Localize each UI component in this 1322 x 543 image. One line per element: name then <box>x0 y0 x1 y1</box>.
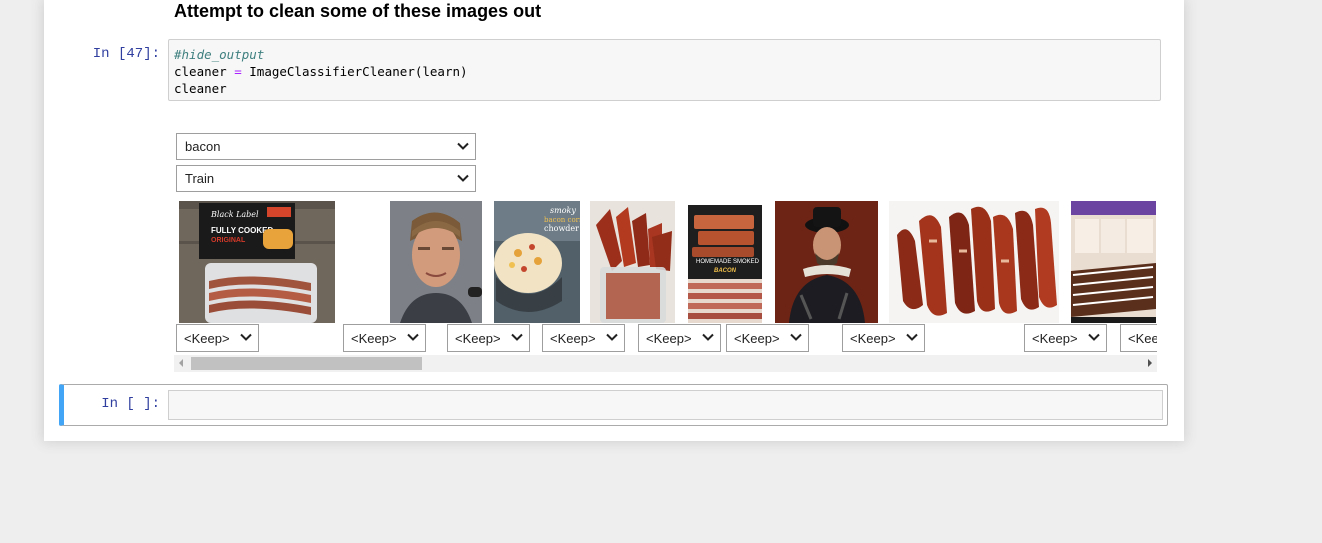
svg-text:bacon corn: bacon corn <box>544 216 580 224</box>
chevron-down-icon <box>606 333 618 341</box>
thumbnail-image <box>390 201 482 323</box>
keep-select-value: <Keep> <box>734 330 780 346</box>
candied-bacon-jar-image <box>590 201 675 323</box>
keep-select-3[interactable]: <Keep> <box>447 324 530 352</box>
keep-select-value: <Keep> <box>455 330 501 346</box>
thumbnail-image <box>775 201 878 323</box>
chevron-down-icon <box>457 174 469 182</box>
category-select-value: bacon <box>185 139 221 154</box>
svg-text:smoky: smoky <box>550 206 576 215</box>
markdown-heading: Attempt to clean some of these images ou… <box>174 1 542 21</box>
svg-text:chowder: chowder <box>544 224 579 233</box>
keep-select-value: <Keep> <box>1128 330 1157 346</box>
category-select[interactable]: bacon <box>176 133 476 160</box>
keep-select-5[interactable]: <Keep> <box>638 324 721 352</box>
keep-select-7[interactable]: <Keep> <box>842 324 925 352</box>
keep-select-value: <Keep> <box>550 330 596 346</box>
keep-select-value: <Keep> <box>351 330 397 346</box>
chevron-down-icon <box>457 142 469 150</box>
keep-select-1[interactable]: <Keep> <box>176 324 259 352</box>
scrollbar-thumb[interactable] <box>191 357 422 370</box>
chocolate-bacon-image <box>1071 201 1156 323</box>
empty-code-editor[interactable] <box>168 390 1163 420</box>
horizontal-scrollbar[interactable] <box>174 355 1157 372</box>
homemade-smoked-bacon-image: HOMEMADE SMOKED BACON <box>688 201 762 323</box>
keep-select-value: <Keep> <box>850 330 896 346</box>
empty-cell-prompt: In [ ]: <box>101 396 160 412</box>
scroll-left-arrow-icon[interactable] <box>179 359 183 367</box>
code-operator: = <box>234 64 242 79</box>
keep-select-2[interactable]: <Keep> <box>343 324 426 352</box>
chevron-down-icon <box>906 333 918 341</box>
chevron-down-icon <box>240 333 252 341</box>
svg-text:ORIGINAL: ORIGINAL <box>211 237 246 244</box>
keep-select-value: <Keep> <box>184 330 230 346</box>
code-comment: #hide_output <box>174 47 265 62</box>
code-editor[interactable]: #hide_output cleaner = ImageClassifierCl… <box>168 39 1161 101</box>
svg-text:HOMEMADE SMOKED: HOMEMADE SMOKED <box>696 259 760 265</box>
thumbnail-image: HOMEMADE SMOKED BACON <box>688 201 762 323</box>
keep-select-value: <Keep> <box>646 330 692 346</box>
keep-select-9[interactable]: <Keep> <box>1120 324 1157 352</box>
bacon-strips-image <box>889 201 1059 323</box>
painting-portrait-image <box>775 201 878 323</box>
svg-text:BACON: BACON <box>714 268 737 274</box>
keep-select-4[interactable]: <Keep> <box>542 324 625 352</box>
chevron-down-icon <box>407 333 419 341</box>
svg-text:Black Label: Black Label <box>210 210 259 219</box>
code-call: ImageClassifierCleaner(learn) <box>249 64 468 79</box>
code-var: cleaner <box>174 64 227 79</box>
keep-select-value: <Keep> <box>1032 330 1078 346</box>
keep-select-6[interactable]: <Keep> <box>726 324 809 352</box>
chevron-down-icon <box>1088 333 1100 341</box>
split-select[interactable]: Train <box>176 165 476 192</box>
thumbnail-image <box>889 201 1059 323</box>
chevron-down-icon <box>511 333 523 341</box>
code-cell-prompt: In [47]: <box>92 46 160 62</box>
thumbnail-image <box>590 201 675 323</box>
thumbnail-image: Black Label FULLY COOKED ORIGINAL <box>179 201 335 323</box>
notebook-container: Attempt to clean some of these images ou… <box>44 0 1184 441</box>
thumbnail-image <box>1071 201 1156 323</box>
bacon-chowder-image: smoky bacon corn chowder <box>494 201 580 323</box>
split-select-value: Train <box>185 171 215 186</box>
chevron-down-icon <box>702 333 714 341</box>
chevron-down-icon <box>790 333 802 341</box>
packaged-bacon-image: Black Label FULLY COOKED ORIGINAL <box>179 201 335 323</box>
thumbnail-image: smoky bacon corn chowder <box>494 201 580 323</box>
scroll-right-arrow-icon[interactable] <box>1148 359 1152 367</box>
code-line3: cleaner <box>174 81 227 96</box>
man-portrait-image <box>390 201 482 323</box>
image-thumbnail-strip: Black Label FULLY COOKED ORIGINAL smoky … <box>176 199 1157 374</box>
keep-select-8[interactable]: <Keep> <box>1024 324 1107 352</box>
